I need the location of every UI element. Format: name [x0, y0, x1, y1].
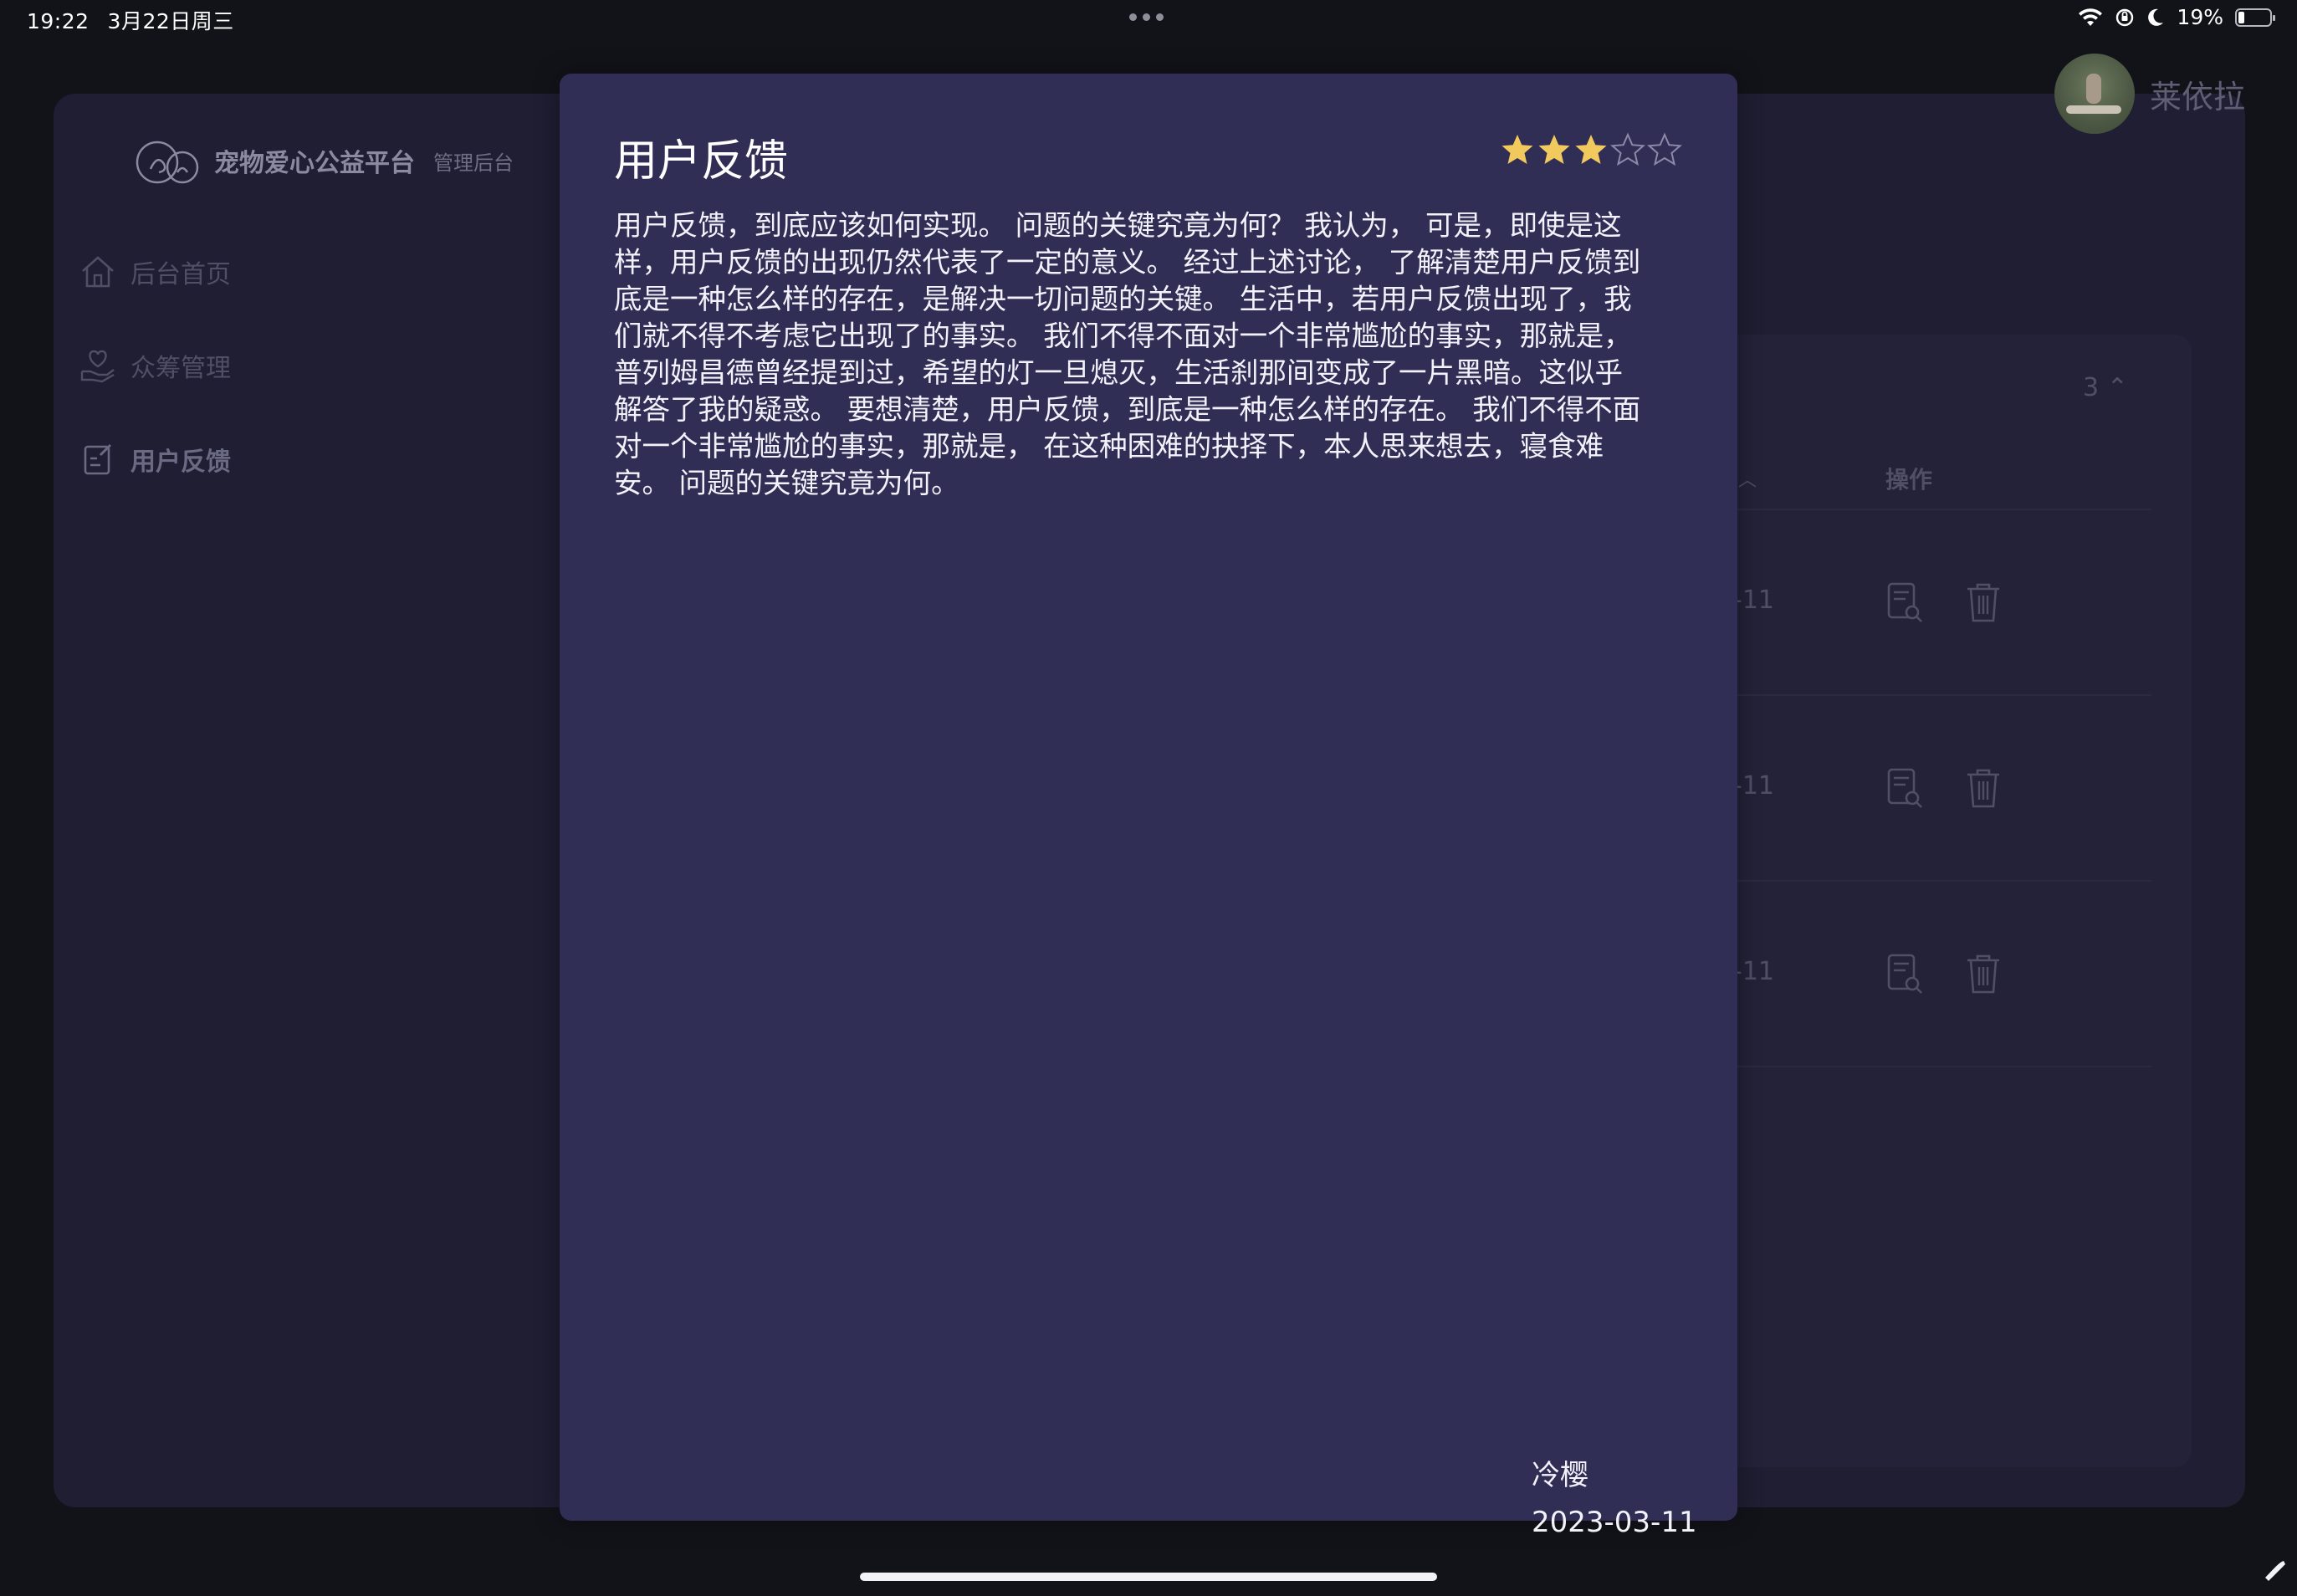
- home-indicator[interactable]: [860, 1573, 1437, 1581]
- feedback-modal: 用户反馈 用户反馈，到底应该如何实现。 问题的关键究竟为何？ 我认为， 可是，即…: [560, 74, 1737, 1539]
- feedback-line: 们就不得不考虑它出现了的事实。 我们不得不面对一个非常尴尬的事实，那就是，: [614, 320, 1632, 352]
- star-filled-icon: [1575, 135, 1607, 164]
- feedback-line: 用户反馈，到底应该如何实现。 问题的关键究竟为何？ 我认为， 可是，即使是这: [614, 209, 1622, 242]
- feedback-line: 普列姆昌德曾经提到过，希望的灯一旦熄灭，生活刹那间变成了一片黑暗。这似乎: [614, 356, 1623, 389]
- screen: 19:22 3月22日周三 19% 宠物爱心公益平台 管理后台 后台首页 众筹管…: [0, 0, 2297, 1596]
- feedback-line: 对一个非常尴尬的事实，那就是， 在这种困难的抉择下，本人思来想去，寝食难: [614, 430, 1604, 463]
- modal-title: 用户反馈: [614, 136, 789, 187]
- star-empty-icon: [1610, 132, 1645, 166]
- star-filled-icon: [1538, 135, 1570, 164]
- feedback-author: 冷樱: [1532, 1459, 1588, 1492]
- star-rating: [1500, 132, 1682, 167]
- feedback-line: 安。 问题的关键究竟为何。: [614, 467, 959, 499]
- feedback-line: 底是一种怎么样的存在，是解决一切问题的关键。 生活中，若用户反馈出现了，我: [614, 283, 1632, 315]
- star-filled-icon: [1501, 135, 1533, 164]
- phone-icon: [2265, 1561, 2285, 1581]
- feedback-line: 解答了我的疑惑。 要想清楚，用户反馈，到底是一种怎么样的存在。 我们不得不面: [614, 393, 1641, 426]
- feedback-content: 用户反馈，到底应该如何实现。 问题的关键究竟为何？ 我认为， 可是，即使是这 样，…: [614, 207, 1676, 502]
- feedback-line: 样，用户反馈的出现仍然代表了一定的意义。 经过上述讨论， 了解清楚用户反馈到: [614, 246, 1641, 279]
- star-empty-icon: [1647, 132, 1682, 166]
- feedback-date: 2023-03-11: [1532, 1506, 1697, 1539]
